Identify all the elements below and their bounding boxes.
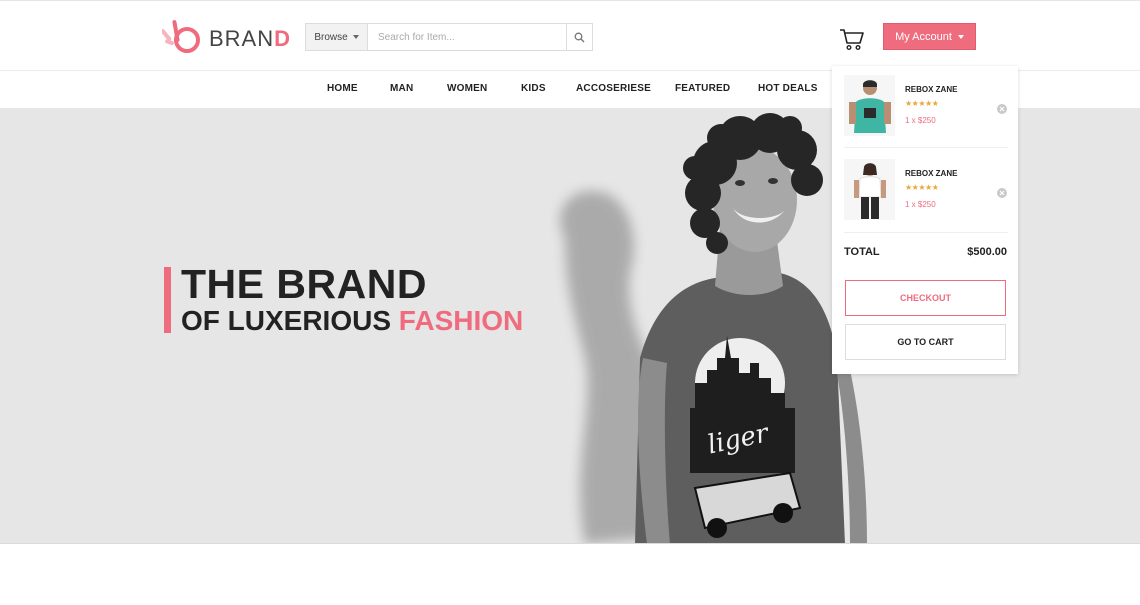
search-bar: Browse xyxy=(305,23,593,51)
cart-item-name[interactable]: REBOX ZANE xyxy=(905,85,957,94)
nav-item-featured[interactable]: FEATURED xyxy=(675,83,730,94)
search-button[interactable] xyxy=(566,24,592,50)
rating-stars: ★★★★★ xyxy=(905,183,939,192)
go-to-cart-button[interactable]: GO TO CART xyxy=(845,324,1006,360)
cart-item-price: 1 x $250 xyxy=(905,200,936,209)
browse-label: Browse xyxy=(314,31,348,43)
cart-item: REBOX ZANE ★★★★★ 1 x $250 xyxy=(844,75,1008,137)
remove-icon[interactable] xyxy=(997,104,1007,114)
brand-logo[interactable]: BRAND xyxy=(162,18,291,56)
chevron-down-icon xyxy=(352,35,359,39)
header: BRAND Browse My Account xyxy=(0,0,1140,71)
search-icon xyxy=(574,32,585,42)
brand-name: BRAND xyxy=(209,26,292,51)
cart-total-value: $500.00 xyxy=(967,246,1007,258)
nav-item-hot-deals[interactable]: HOT DEALS xyxy=(758,83,818,94)
divider xyxy=(844,232,1008,233)
cart-dropdown: REBOX ZANE ★★★★★ 1 x $250 REBOX ZANE ★★★… xyxy=(832,66,1018,374)
hero-accent-bar xyxy=(164,267,171,333)
checkout-button[interactable]: CHECKOUT xyxy=(845,280,1006,316)
rating-stars: ★★★★★ xyxy=(905,99,939,108)
remove-icon[interactable] xyxy=(997,188,1007,198)
cart-item-name[interactable]: REBOX ZANE xyxy=(905,169,957,178)
browse-dropdown[interactable]: Browse xyxy=(306,24,368,50)
hero-model-image: liger xyxy=(560,113,867,543)
product-thumbnail[interactable] xyxy=(844,159,895,220)
nav-item-man[interactable]: MAN xyxy=(390,83,413,94)
hero-title: THE BRAND xyxy=(181,261,427,307)
divider xyxy=(844,147,1008,148)
hero-subtitle: OF LUXERIOUS FASHION xyxy=(181,305,524,336)
search-input[interactable] xyxy=(368,24,566,50)
logo-icon xyxy=(162,20,200,53)
nav-item-women[interactable]: WOMEN xyxy=(447,83,487,94)
nav-item-home[interactable]: HOME xyxy=(327,83,358,94)
cart-item: REBOX ZANE ★★★★★ 1 x $250 xyxy=(844,159,1008,221)
chevron-down-icon xyxy=(957,34,964,39)
cart-total-label: TOTAL xyxy=(844,246,880,258)
nav-item-kids[interactable]: KIDS xyxy=(521,83,546,94)
product-thumbnail[interactable] xyxy=(844,75,895,136)
nav-item-accoseriese[interactable]: ACCOSERIESE xyxy=(576,83,651,94)
my-account-label: My Account xyxy=(895,30,952,43)
my-account-button[interactable]: My Account xyxy=(883,23,976,50)
cart-icon[interactable] xyxy=(839,27,865,51)
cart-item-price: 1 x $250 xyxy=(905,116,936,125)
